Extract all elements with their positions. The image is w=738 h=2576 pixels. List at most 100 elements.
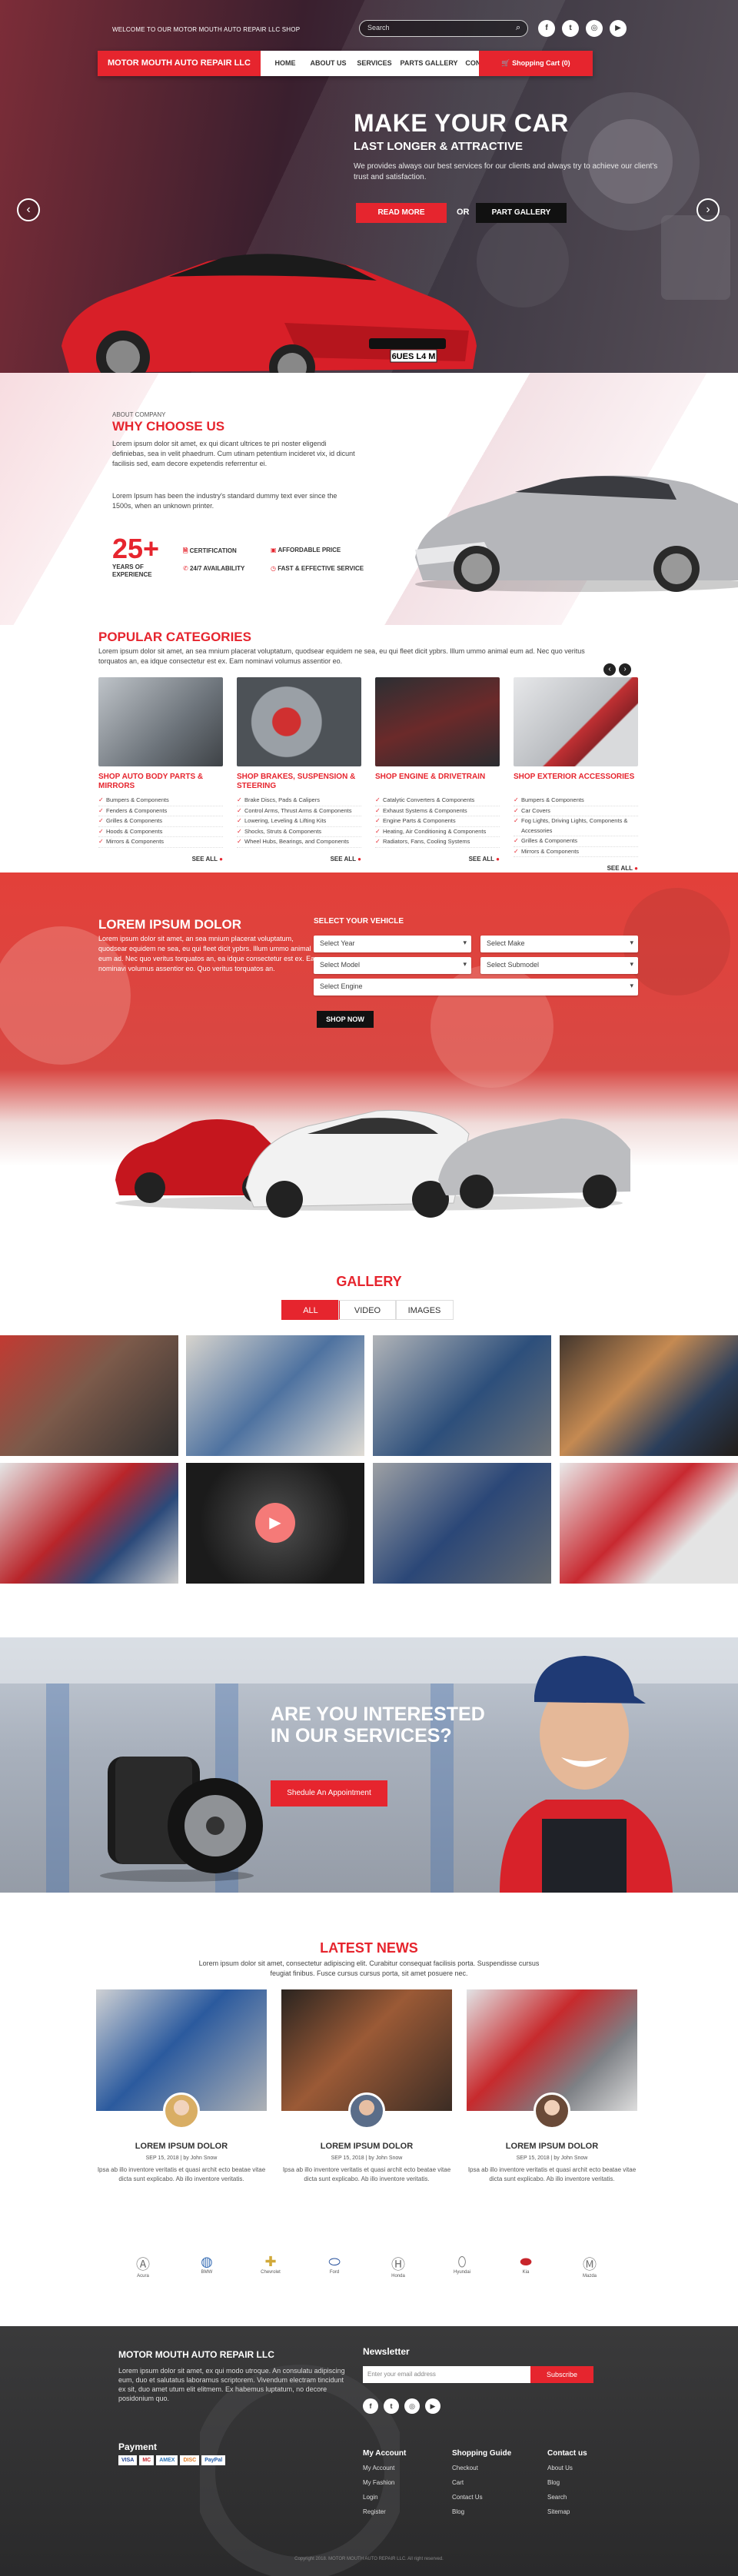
footer-link[interactable]: Blog [452,2505,511,2519]
gallery-image[interactable] [186,1335,364,1456]
play-icon[interactable]: ▶ [255,1503,295,1543]
search-icon[interactable]: ⌕ [516,23,520,33]
facebook-icon[interactable]: f [538,20,555,37]
footer-link[interactable]: Login [363,2490,406,2505]
subscribe-button[interactable]: Subscribe [530,2366,593,2383]
category-image-engine[interactable] [375,677,500,766]
select-submodel[interactable]: Select Submodel [480,957,638,974]
select-year[interactable]: Select Year [314,936,471,952]
news-card-title[interactable]: LOREM IPSUM DOLOR [96,2142,267,2151]
list-item[interactable]: Lowering, Leveling & Lifting Kits [237,816,361,827]
list-item[interactable]: Bumpers & Components [514,796,638,806]
footer-link[interactable]: My Fashion [363,2475,406,2490]
select-make[interactable]: Select Make [480,936,638,952]
footer-link[interactable]: About Us [547,2461,587,2475]
list-item[interactable]: Fenders & Components [98,806,223,816]
category-list: Brake Discs, Pads & Calipers Control Arm… [237,796,361,848]
brand-chevrolet[interactable]: ✚ Chevrolet [253,2254,288,2277]
footer-link[interactable]: Blog [547,2475,587,2490]
list-item[interactable]: Shocks, Struts & Components [237,827,361,837]
categories-prev-icon[interactable]: ‹ [603,663,616,676]
gallery-image[interactable] [0,1463,178,1584]
list-item[interactable]: Mirrors & Components [98,837,223,848]
nav-parts-gallery[interactable]: PARTS GALLERY [399,51,459,76]
read-more-button[interactable]: READ MORE [356,203,447,223]
gallery-image[interactable] [373,1463,551,1584]
footer-link[interactable]: Sitemap [547,2505,587,2519]
twitter-icon[interactable]: t [562,20,579,37]
select-engine[interactable]: Select Engine [314,979,638,995]
nav-services[interactable]: SERVICES [354,51,394,76]
list-item[interactable]: Engine Parts & Components [375,816,500,827]
shop-now-button[interactable]: SHOP NOW [317,1011,374,1028]
gallery-video[interactable]: ▶ [186,1463,364,1584]
list-item[interactable]: Control Arms, Thrust Arms & Components [237,806,361,816]
category-title[interactable]: SHOP EXTERIOR ACCESSORIES [514,773,638,793]
brand-acura[interactable]: Ⓐ Acura [125,2254,161,2279]
see-all-link[interactable]: SEE ALL ● [98,856,223,863]
category-image-brakes[interactable] [237,677,361,766]
select-model[interactable]: Select Model [314,957,471,974]
slider-next-icon[interactable]: › [696,198,720,221]
list-item[interactable]: Catalytic Converters & Components [375,796,500,806]
brand-hyundai[interactable]: ⬯ Hyundai [444,2254,480,2277]
brand-honda[interactable]: Ⓗ Honda [381,2254,416,2279]
brand-kia[interactable]: ⬬ Kia [508,2254,544,2277]
list-item[interactable]: Grilles & Components [514,836,638,847]
search-input[interactable]: Search [359,20,528,37]
instagram-icon[interactable]: ◎ [404,2398,420,2414]
facebook-icon[interactable]: f [363,2398,378,2414]
twitter-icon[interactable]: t [384,2398,399,2414]
brand-ford[interactable]: ⬭ Ford [317,2254,352,2277]
category-image-exterior[interactable] [514,677,638,766]
category-title[interactable]: SHOP ENGINE & DRIVETRAIN [375,773,500,793]
nav-about[interactable]: ABOUT US [307,51,350,76]
gallery-image[interactable] [560,1463,738,1584]
nav-home[interactable]: HOME [270,51,301,76]
footer-link[interactable]: Cart [452,2475,511,2490]
instagram-icon[interactable]: ◎ [586,20,603,37]
category-title[interactable]: SHOP AUTO BODY PARTS & MIRRORS [98,773,223,793]
list-item[interactable]: Mirrors & Components [514,847,638,857]
footer-link[interactable]: My Account [363,2461,406,2475]
list-item[interactable]: Exhaust Systems & Components [375,806,500,816]
category-image-mirrors[interactable] [98,677,223,766]
news-card-title[interactable]: LOREM IPSUM DOLOR [281,2142,452,2151]
brand-bmw[interactable]: ◍ BMW [189,2254,224,2277]
footer-link[interactable]: Search [547,2490,587,2505]
category-title[interactable]: SHOP BRAKES, SUSPENSION & STEERING [237,773,361,793]
list-item[interactable]: Car Covers [514,806,638,816]
youtube-icon[interactable]: ▶ [425,2398,440,2414]
news-card-title[interactable]: LOREM IPSUM DOLOR [467,2142,637,2151]
shopping-cart-button[interactable]: 🛒 Shopping Cart (0) [479,51,593,76]
gallery-image[interactable] [373,1335,551,1456]
tab-video[interactable]: VIDEO [338,1300,397,1320]
list-item[interactable]: Wheel Hubs, Bearings, and Components [237,837,361,848]
gallery-image[interactable] [0,1335,178,1456]
slider-prev-icon[interactable]: ‹ [17,198,40,221]
gallery-image[interactable] [560,1335,738,1456]
list-item[interactable]: Grilles & Components [98,816,223,827]
list-item[interactable]: Heating, Air Conditioning & Components [375,827,500,837]
list-item[interactable]: Radiators, Fans, Cooling Systems [375,837,500,848]
part-gallery-button[interactable]: PART GALLERY [476,203,567,223]
see-all-link[interactable]: SEE ALL ● [514,865,638,872]
tab-all[interactable]: ALL [281,1300,340,1320]
nav-brand[interactable]: MOTOR MOUTH AUTO REPAIR LLC [98,51,261,76]
see-all-link[interactable]: SEE ALL ● [237,856,361,863]
list-item[interactable]: Brake Discs, Pads & Calipers [237,796,361,806]
youtube-icon[interactable]: ▶ [610,20,627,37]
brand-mazda[interactable]: Ⓜ Mazda [572,2254,607,2279]
list-item[interactable]: Bumpers & Components [98,796,223,806]
footer-link[interactable]: Register [363,2505,406,2519]
footer-link[interactable]: Contact Us [452,2490,511,2505]
see-all-link[interactable]: SEE ALL ● [375,856,500,863]
list-item[interactable]: Hoods & Components [98,827,223,837]
list-item[interactable]: Fog Lights, Driving Lights, Components &… [514,816,638,836]
categories-next-icon[interactable]: › [619,663,631,676]
newsletter-email-input[interactable]: Enter your email address [363,2366,530,2383]
see-all-label: SEE ALL [607,865,633,872]
footer-link[interactable]: Checkout [452,2461,511,2475]
schedule-appointment-button[interactable]: Shedule An Appointment [271,1780,387,1807]
tab-images[interactable]: IMAGES [395,1300,454,1320]
